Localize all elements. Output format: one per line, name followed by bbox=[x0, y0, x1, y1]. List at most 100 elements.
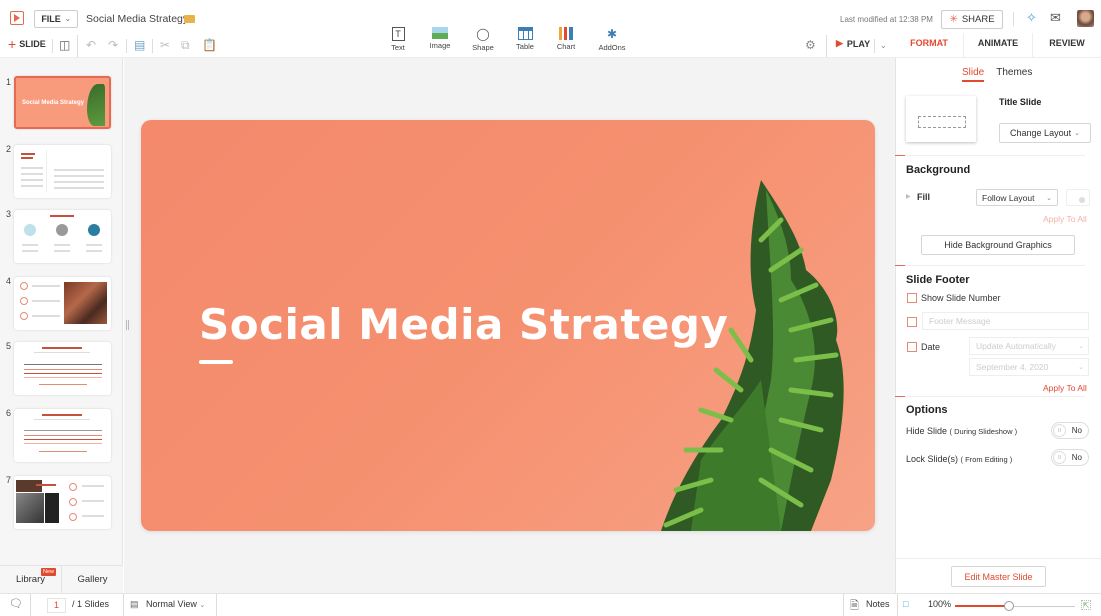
zoho-show-app: FILE ⌄ Social Media Strategy Last modifi… bbox=[0, 0, 1101, 616]
thumbnail-series bbox=[24, 377, 102, 378]
library-tab[interactable]: Library New bbox=[0, 566, 61, 593]
section-divider bbox=[905, 396, 1085, 397]
slide-thumbnail-5[interactable] bbox=[14, 342, 111, 395]
thumbnail-text bbox=[21, 167, 43, 169]
background-section-title: Background bbox=[906, 164, 971, 176]
subtab-themes[interactable]: Themes bbox=[996, 67, 1032, 82]
footer-message-checkbox[interactable] bbox=[907, 317, 917, 327]
date-checkbox[interactable] bbox=[907, 342, 917, 352]
lock-slide-note: ( From Editing ) bbox=[960, 455, 1013, 464]
edit-master-slide-button[interactable]: Edit Master Slide bbox=[951, 566, 1046, 587]
thumbnail-text bbox=[54, 187, 104, 189]
change-layout-label: Change Layout bbox=[1010, 128, 1072, 138]
play-button[interactable]: ▶ PLAY bbox=[836, 38, 870, 49]
show-slide-number-checkbox[interactable] bbox=[907, 293, 917, 303]
app-logo-icon[interactable] bbox=[10, 11, 24, 25]
fill-label: Fill bbox=[917, 192, 930, 202]
slide-thumbnail-6[interactable] bbox=[14, 409, 111, 462]
chart-icon bbox=[559, 27, 573, 40]
date-label: Date bbox=[921, 342, 941, 352]
hide-slide-label: Hide Slide ( During Slideshow ) bbox=[906, 426, 1017, 436]
insert-text-button[interactable]: T Text bbox=[378, 27, 418, 52]
shape-icon: ◯ bbox=[476, 27, 490, 41]
title-underline bbox=[199, 360, 233, 364]
insert-image-button[interactable]: Image bbox=[420, 27, 460, 50]
fill-color-picker[interactable] bbox=[1066, 189, 1090, 206]
subtab-slide[interactable]: Slide bbox=[962, 67, 985, 82]
hide-background-graphics-button[interactable]: Hide Background Graphics bbox=[921, 235, 1075, 255]
hide-slide-toggle[interactable]: II No bbox=[1051, 422, 1089, 439]
tab-format[interactable]: FORMAT bbox=[895, 33, 963, 57]
undo-icon[interactable]: ↶ bbox=[86, 38, 96, 52]
change-layout-button[interactable]: Change Layout ⌄ bbox=[999, 123, 1091, 143]
file-menu-button[interactable]: FILE ⌄ bbox=[34, 10, 78, 28]
cut-icon[interactable]: ✂ bbox=[160, 38, 170, 52]
layout-preview[interactable] bbox=[906, 96, 976, 142]
thumbnail-heading bbox=[21, 157, 33, 159]
format-subtabs: Slide Themes bbox=[962, 67, 1032, 82]
slide-thumbnail-3[interactable] bbox=[14, 210, 111, 263]
insert-image-label: Image bbox=[429, 41, 451, 50]
thumbnail-series bbox=[24, 430, 102, 431]
fill-dropdown[interactable]: Follow Layout ⌄ bbox=[976, 189, 1058, 206]
divider bbox=[1013, 12, 1014, 26]
fullscreen-icon[interactable]: ⇱ bbox=[1081, 600, 1091, 610]
tab-review[interactable]: REVIEW bbox=[1032, 33, 1101, 57]
background-apply-to-all-link[interactable]: Apply To All bbox=[1043, 214, 1087, 224]
paste-icon[interactable]: 📋 bbox=[202, 38, 217, 52]
sidebar-resize-handle[interactable] bbox=[126, 320, 129, 330]
expand-arrow-icon[interactable]: ▶ bbox=[906, 193, 911, 200]
footer-message-placeholder: Footer Message bbox=[929, 316, 991, 326]
chat-icon[interactable]: 🗨 bbox=[9, 597, 23, 610]
slide-thumbnail-7[interactable] bbox=[14, 476, 111, 529]
date-format-dropdown[interactable]: September 4, 2020 ⌄ bbox=[969, 358, 1089, 376]
fit-slide-icon[interactable]: □ bbox=[903, 599, 908, 609]
document-title[interactable]: Social Media Strategy bbox=[86, 13, 188, 25]
footer-message-input[interactable]: Footer Message bbox=[922, 312, 1089, 330]
slide-number: 1 bbox=[6, 77, 12, 87]
announcement-icon[interactable]: ✧ bbox=[1026, 10, 1037, 26]
add-slide-button[interactable]: + SLIDE bbox=[8, 36, 46, 52]
redo-icon[interactable]: ↷ bbox=[108, 38, 118, 52]
play-options-chevron-icon[interactable]: ⌄ bbox=[880, 41, 887, 50]
normal-view-icon: ▤ bbox=[130, 599, 139, 609]
zoom-slider-handle[interactable] bbox=[1004, 601, 1014, 611]
gallery-tab[interactable]: Gallery bbox=[61, 566, 123, 593]
insert-table-button[interactable]: Table bbox=[505, 27, 545, 51]
insert-shape-button[interactable]: ◯ Shape bbox=[463, 27, 503, 52]
footer-apply-to-all-link[interactable]: Apply To All bbox=[1043, 383, 1087, 393]
slide-number: 6 bbox=[6, 408, 12, 418]
slide-thumbnail-2[interactable] bbox=[14, 145, 111, 198]
text-box-icon: T bbox=[391, 27, 405, 41]
view-mode-dropdown[interactable]: Normal View ⌄ bbox=[146, 599, 205, 609]
thumbnail-text bbox=[22, 244, 38, 246]
slide-thumbnail-1[interactable]: Social Media Strategy bbox=[14, 76, 111, 129]
date-value: September 4, 2020 bbox=[976, 362, 1049, 372]
user-avatar[interactable] bbox=[1077, 10, 1094, 27]
insert-chart-button[interactable]: Chart bbox=[546, 27, 586, 51]
current-slide[interactable]: Social Media Strategy bbox=[141, 120, 875, 531]
settings-gear-icon[interactable]: ⚙ bbox=[805, 38, 816, 52]
share-button[interactable]: ✳ SHARE bbox=[941, 10, 1003, 29]
tab-animate[interactable]: ANIMATE bbox=[963, 33, 1032, 57]
feedback-mail-icon[interactable]: ✉ bbox=[1050, 10, 1061, 26]
plant-image bbox=[87, 84, 105, 126]
layout-icon[interactable]: ◫ bbox=[59, 38, 70, 52]
copy-icon[interactable]: ⧉ bbox=[181, 38, 190, 53]
lock-slide-toggle[interactable]: II No bbox=[1051, 449, 1089, 466]
format-painter-icon[interactable]: ▤ bbox=[134, 38, 145, 52]
plant-image bbox=[661, 180, 844, 531]
date-mode-dropdown[interactable]: Update Automatically ⌄ bbox=[969, 337, 1089, 355]
status-bar: 🗨 1 / 1 Slides ▤ Normal View ⌄ 🗎 Notes □… bbox=[0, 593, 1101, 616]
team-photo bbox=[88, 224, 100, 236]
thumbnail-bullet bbox=[69, 483, 77, 491]
chevron-down-icon: ⌄ bbox=[64, 16, 71, 23]
plus-icon: + bbox=[8, 36, 17, 52]
insert-addons-button[interactable]: ✱ AddOns bbox=[592, 27, 632, 52]
team-photo bbox=[56, 224, 68, 236]
notes-button[interactable]: Notes bbox=[866, 599, 890, 609]
folder-icon[interactable] bbox=[184, 15, 195, 23]
slide-thumbnail-4[interactable] bbox=[14, 277, 111, 330]
page-number-input[interactable]: 1 bbox=[47, 598, 66, 613]
thumbnail-text bbox=[82, 485, 104, 487]
